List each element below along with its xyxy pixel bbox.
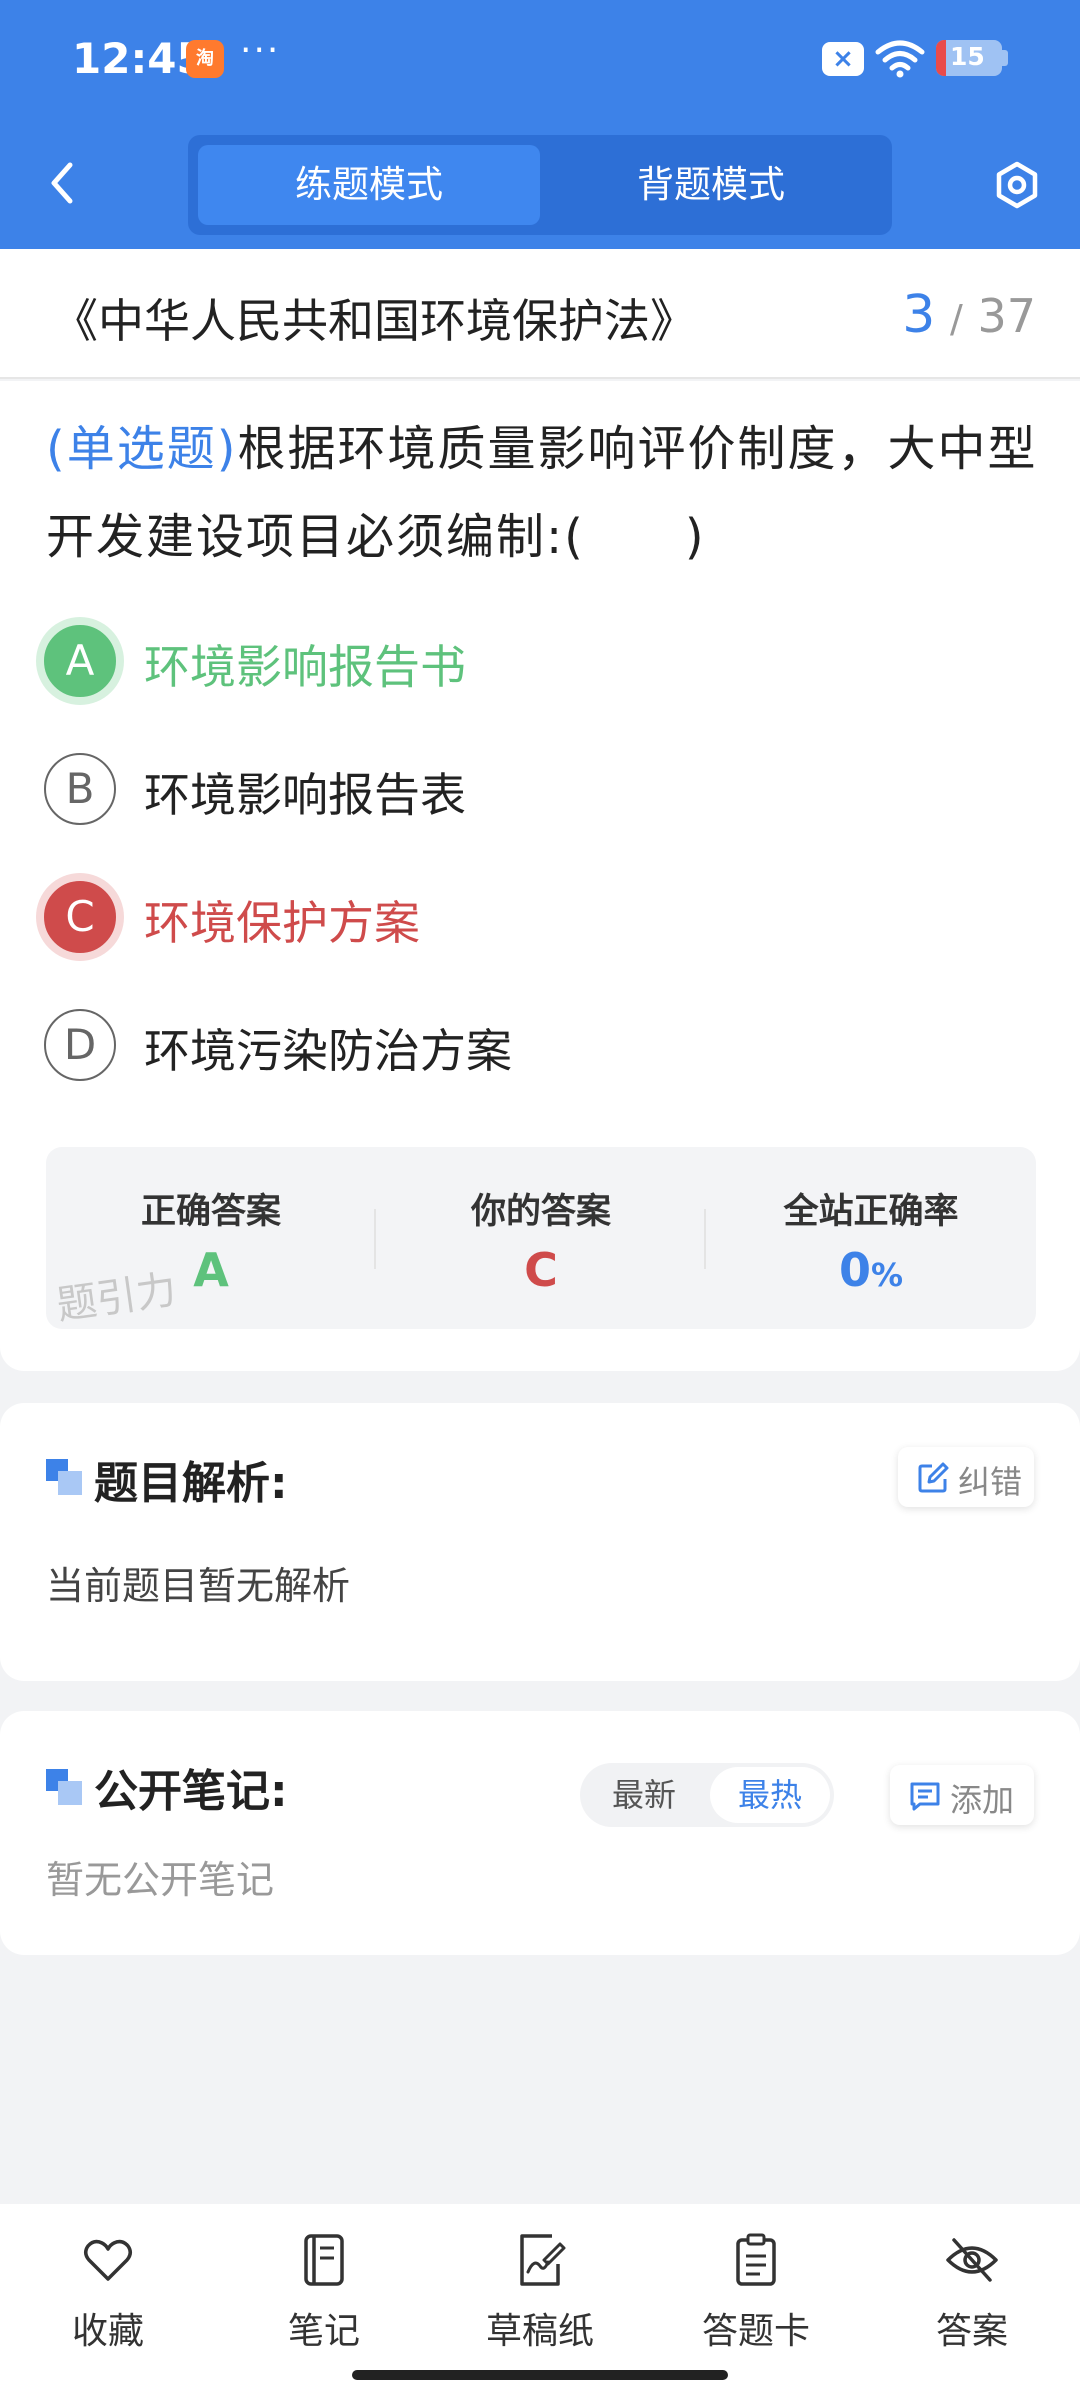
option-a[interactable]: A 环境影响报告书 [44,621,1024,701]
accuracy-column: 全站正确率 0% [706,1147,1036,1329]
accuracy-label: 全站正确率 [783,1192,959,1232]
accuracy-number: 0 [838,1243,871,1297]
add-note-button[interactable]: 添加 [890,1765,1034,1825]
option-text: 环境影响报告书 [144,640,466,694]
report-error-label: 纠错 [958,1463,1023,1501]
nav-label: 答案 [935,2311,1008,2352]
question-type: (单选题) [46,421,238,477]
notes-body: 暂无公开笔记 [46,1858,275,1902]
draft-paper-icon [520,2234,566,2286]
nav-label: 收藏 [71,2311,144,2352]
current-question-number: 3 [902,285,936,345]
mode-toggle: 练题模式 背题模式 [188,135,892,235]
app-header: 12:45 淘 ··· × 15 练题模式 背题模式 [0,0,1080,249]
question-progress: 3 / 37 [902,285,1036,345]
battery-fill [936,40,946,76]
heart-icon [84,2239,132,2281]
answer-result-box: 正确答案 A 你的答案 C 全站正确率 0% 题引力 [46,1147,1036,1329]
answer-sheet-icon [736,2233,776,2286]
correct-answer-label: 正确答案 [140,1192,281,1232]
your-answer-column: 你的答案 C [376,1147,706,1329]
exam-title: 《中华人民共和国环境保护法》 [52,294,696,348]
nav-label: 笔记 [287,2311,360,2352]
section-square-icon [46,1769,82,1805]
your-answer-value: C [524,1243,558,1297]
analysis-title: 题目解析: [94,1458,288,1509]
your-answer-label: 你的答案 [470,1192,611,1232]
back-arrow-icon[interactable] [40,155,84,211]
nav-show-answer[interactable]: 答案 [882,2232,1062,2362]
progress-separator: / [950,297,963,341]
nav-draft-paper[interactable]: 草稿纸 [450,2232,630,2362]
tab-practice-mode[interactable]: 练题模式 [198,145,540,225]
option-letter: C [44,881,116,953]
analysis-card: 题目解析: 纠错 当前题目暂无解析 [0,1403,1080,1681]
report-error-button[interactable]: 纠错 [898,1447,1034,1507]
more-notifications-icon: ··· [240,30,281,71]
nav-favorite[interactable]: 收藏 [18,2232,198,2362]
exam-title-bar: 《中华人民共和国环境保护法》 3 / 37 [0,249,1080,379]
battery-icon: 15 [936,40,1002,76]
nav-notes[interactable]: 笔记 [234,2232,414,2362]
settings-icon[interactable] [992,160,1042,210]
add-comment-icon [910,1782,940,1811]
notebook-icon [304,2234,344,2286]
home-indicator[interactable] [352,2370,728,2380]
sort-newest[interactable]: 最新 [584,1767,704,1823]
section-square-icon [46,1459,82,1495]
eye-hidden-icon [946,2238,998,2282]
option-letter: D [44,1009,116,1081]
public-notes-card: 公开笔记: 最新 最热 添加 暂无公开笔记 [0,1711,1080,1955]
battery-level: 15 [950,42,985,71]
taobao-app-icon: 淘 [186,40,224,78]
option-letter: A [44,625,116,697]
accuracy-value: 0% [706,1243,1036,1297]
option-b[interactable]: B 环境影响报告表 [44,749,1024,829]
option-d[interactable]: D 环境污染防治方案 [44,1005,1024,1085]
notes-title: 公开笔记: [94,1766,288,1817]
edit-icon [918,1462,949,1493]
nav-label: 草稿纸 [485,2311,594,2352]
accuracy-unit: % [870,1256,904,1294]
analysis-body: 当前题目暂无解析 [46,1564,351,1608]
total-question-count: 37 [977,289,1036,343]
option-text: 环境保护方案 [144,896,420,950]
status-bar: 12:45 淘 ··· × 15 [0,0,1080,120]
wifi-icon [875,40,925,78]
no-sim-icon: × [822,42,864,76]
tab-memorize-mode[interactable]: 背题模式 [540,145,882,225]
nav-answer-sheet[interactable]: 答题卡 [666,2232,846,2362]
notes-sort-toggle: 最新 最热 [580,1763,834,1827]
sort-hottest[interactable]: 最热 [710,1767,830,1823]
option-text: 环境影响报告表 [144,768,466,822]
option-c[interactable]: C 环境保护方案 [44,877,1024,957]
add-note-label: 添加 [950,1781,1015,1819]
battery-tip [1002,50,1008,66]
nav-label: 答题卡 [701,2311,810,2352]
option-letter: B [44,753,116,825]
question-text: (单选题)根据环境质量影响评价制度，大中型开发建设项目必须编制:( ) [46,405,1046,581]
option-text: 环境污染防治方案 [144,1024,512,1078]
question-card: (单选题)根据环境质量影响评价制度，大中型开发建设项目必须编制:( ) A 环境… [0,381,1080,1371]
